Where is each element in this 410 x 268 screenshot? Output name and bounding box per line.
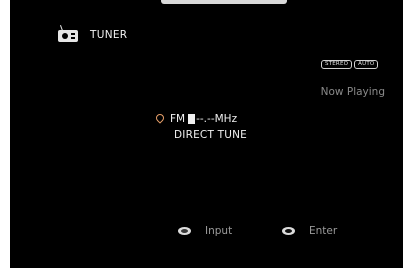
band-label: FM (170, 113, 186, 125)
frequency-display: FM --.-- MHz (154, 112, 238, 125)
stereo-indicator: STEREO (321, 60, 353, 69)
frequency-unit: MHz (214, 113, 238, 125)
location-pin-icon (154, 112, 166, 124)
source-label: TUNER (90, 29, 128, 41)
now-playing-status: Now Playing (320, 86, 385, 98)
tune-mode-label: DIRECT TUNE (174, 129, 247, 141)
enter-button-icon (282, 227, 295, 235)
signal-indicators: STEREO AUTO (321, 60, 379, 69)
input-hint[interactable]: Input (178, 225, 232, 237)
radio-icon (58, 25, 78, 42)
frequency-value: --.-- (196, 113, 215, 125)
top-notch (161, 0, 287, 4)
enter-hint-label: Enter (309, 225, 338, 237)
input-hint-label: Input (205, 225, 233, 237)
tuner-screen: TUNER STEREO AUTO Now Playing FM --.-- M… (0, 0, 410, 268)
source-header: TUNER (58, 25, 128, 43)
enter-hint[interactable]: Enter (282, 225, 337, 237)
input-cursor (188, 114, 196, 124)
auto-indicator: AUTO (354, 60, 379, 69)
input-knob-icon (178, 227, 191, 235)
